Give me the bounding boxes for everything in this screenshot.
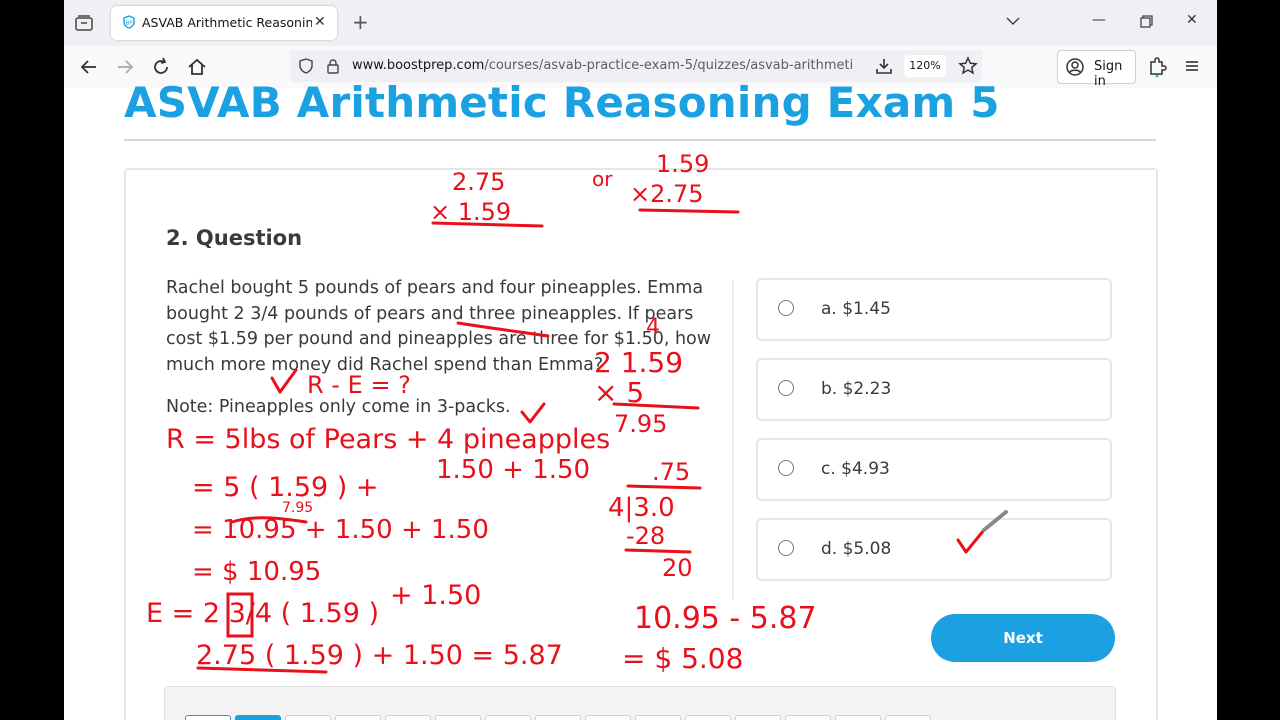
menu-icon[interactable] [1184,58,1200,74]
zoom-level[interactable]: 120% [904,55,946,77]
question-nav-item[interactable] [385,715,431,720]
restore-icon[interactable] [1140,15,1153,28]
reload-icon[interactable] [150,56,172,78]
bookmark-star-icon[interactable] [958,56,978,76]
question-nav-item[interactable] [435,715,481,720]
answer-option-d[interactable]: d. $5.08 [756,518,1112,581]
question-nav-item[interactable] [335,715,381,720]
radio-icon[interactable] [778,460,794,476]
page-content: ASVAB Arithmetic Reasoning Exam 5 2. Que… [64,78,1217,720]
shield-icon[interactable] [298,58,314,74]
list-all-tabs-icon[interactable] [1006,16,1020,26]
question-nav-item[interactable] [635,715,681,720]
url-text[interactable]: www.boostprep.com/courses/asvab-practice… [352,58,852,73]
back-icon[interactable] [78,56,100,78]
question-navigator [164,686,1116,720]
question-nav-item[interactable] [785,715,831,720]
sign-in-label: Sign in [1094,59,1123,89]
question-note: Note: Pineapples only come in 3-packs. [166,397,511,417]
new-tab-icon[interactable]: + [352,12,369,32]
title-divider [124,139,1156,141]
question-nav-item[interactable] [885,715,931,720]
account-icon [1066,58,1084,76]
question-nav-item[interactable] [185,715,231,720]
answer-label: d. $5.08 [821,539,892,559]
extensions-icon[interactable] [1147,56,1167,78]
question-nav-item[interactable] [685,715,731,720]
question-nav-item[interactable] [735,715,781,720]
next-button[interactable]: Next [931,614,1115,662]
tab-active[interactable]: BP ASVAB Arithmetic Reasoning Exam 5 ✕ [111,6,337,40]
tab-bar: BP ASVAB Arithmetic Reasoning Exam 5 ✕ +… [64,0,1217,46]
radio-icon[interactable] [778,540,794,556]
page-title: ASVAB Arithmetic Reasoning Exam 5 [124,78,1000,127]
tab-close-icon[interactable]: ✕ [314,14,326,30]
question-nav-item[interactable] [535,715,581,720]
tab-title: ASVAB Arithmetic Reasoning Exam 5 [142,15,312,30]
minimize-icon[interactable]: — [1092,12,1106,28]
sign-in-button[interactable]: Sign in [1057,50,1136,89]
answer-label: c. $4.93 [821,459,890,479]
tab-list-icon[interactable] [74,13,94,33]
lock-icon[interactable] [326,58,340,74]
question-card: 2. Question Rachel bought 5 pounds of pe… [124,168,1158,720]
window-close-icon[interactable]: ✕ [1186,12,1198,28]
save-page-icon[interactable] [875,57,893,75]
home-icon[interactable] [186,56,208,78]
answer-option-c[interactable]: c. $4.93 [756,438,1112,501]
radio-icon[interactable] [778,380,794,396]
radio-icon[interactable] [778,300,794,316]
forward-icon[interactable] [114,56,136,78]
question-nav-item[interactable] [485,715,531,720]
question-title: 2. Question [166,226,303,250]
boostprep-favicon-icon: BP [123,15,135,29]
svg-text:BP: BP [125,21,133,27]
column-divider [732,280,734,600]
answer-option-a[interactable]: a. $1.45 [756,278,1112,341]
question-nav-item[interactable] [835,715,881,720]
browser-window: BP ASVAB Arithmetic Reasoning Exam 5 ✕ +… [64,0,1217,720]
answer-option-b[interactable]: b. $2.23 [756,358,1112,421]
question-nav-item[interactable] [235,715,281,720]
question-nav-item[interactable] [585,715,631,720]
question-nav-item[interactable] [285,715,331,720]
question-text: Rachel bought 5 pounds of pears and four… [166,278,712,375]
answer-label: b. $2.23 [821,379,892,399]
answer-label: a. $1.45 [821,299,891,319]
